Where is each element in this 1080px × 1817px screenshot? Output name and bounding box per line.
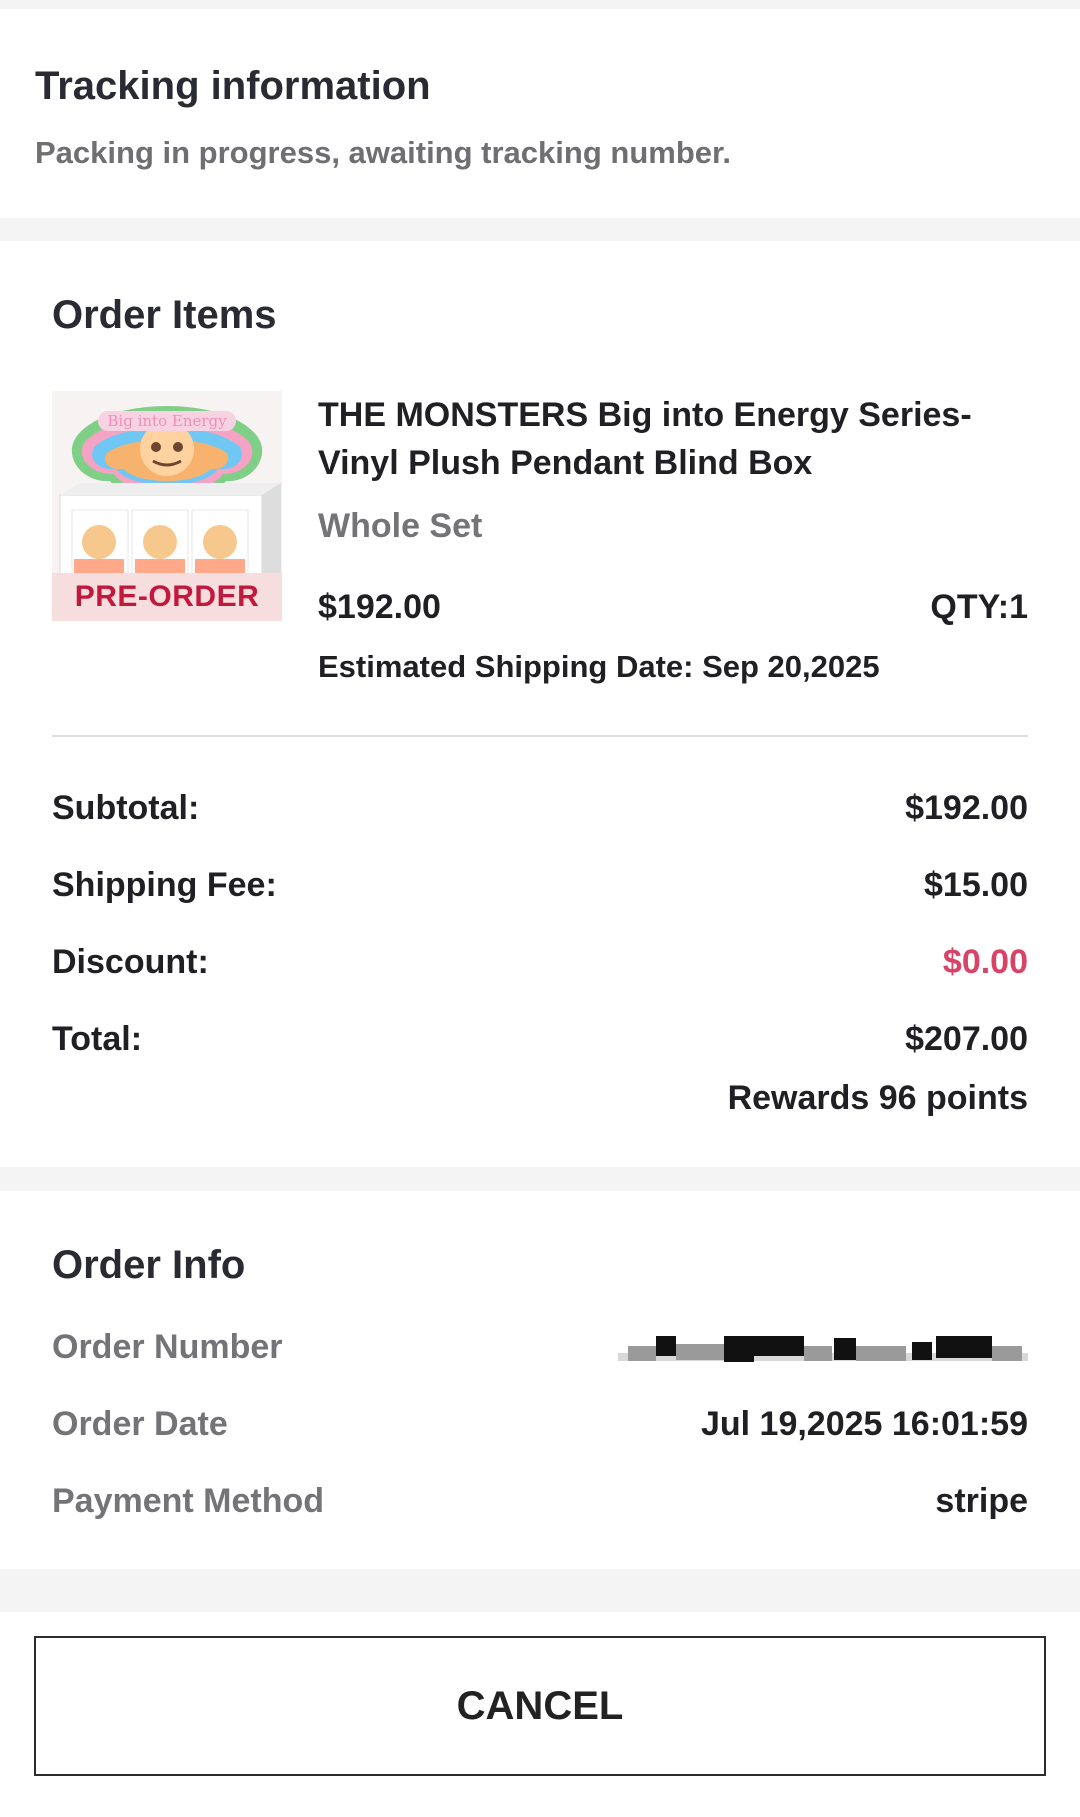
- order-items-title: Order Items: [52, 293, 277, 337]
- redaction-block: [912, 1342, 932, 1360]
- redaction-block: [754, 1336, 804, 1356]
- rewards-points: Rewards 96 points: [727, 1079, 1028, 1117]
- shipping-fee-value: $15.00: [924, 866, 1028, 904]
- redaction-block: [804, 1346, 832, 1361]
- tracking-status: Packing in progress, awaiting tracking n…: [35, 135, 731, 170]
- subtotal-label: Subtotal:: [52, 789, 200, 827]
- redaction-block: [656, 1336, 676, 1356]
- cancel-order-button[interactable]: CANCEL: [34, 1636, 1046, 1776]
- redaction-block: [856, 1346, 906, 1361]
- tracking-title: Tracking information: [35, 64, 431, 108]
- tracking-information-card: Tracking information Packing in progress…: [0, 9, 1080, 218]
- product-quantity: QTY:1: [930, 588, 1028, 626]
- payment-method-value: stripe: [935, 1482, 1028, 1520]
- discount-value: $0.00: [942, 943, 1028, 981]
- redaction-block: [628, 1346, 656, 1361]
- order-items-card: Order Items Big into Energy PRE-ORDER TH…: [0, 241, 1080, 1167]
- redacted-order-number: [618, 1328, 1028, 1372]
- total-label: Total:: [52, 1020, 143, 1058]
- total-value: $207.00: [905, 1020, 1028, 1058]
- product-image-logo-text: Big into Energy: [107, 412, 227, 430]
- redaction-block: [724, 1336, 754, 1362]
- redaction-block: [992, 1346, 1022, 1361]
- payment-method-label: Payment Method: [52, 1482, 325, 1520]
- redaction-block: [834, 1338, 856, 1360]
- discount-label: Discount:: [52, 943, 209, 981]
- product-price: $192.00: [318, 588, 441, 626]
- shipping-fee-label: Shipping Fee:: [52, 866, 277, 904]
- redaction-block: [936, 1336, 992, 1358]
- order-detail-page: Tracking information Packing in progress…: [0, 0, 1080, 1817]
- order-number-label: Order Number: [52, 1328, 283, 1366]
- subtotal-value: $192.00: [905, 789, 1028, 827]
- order-date-value: Jul 19,2025 16:01:59: [700, 1405, 1028, 1443]
- order-info-card: Order Info Order Number Order Date Jul 1…: [0, 1191, 1080, 1569]
- product-variant: Whole Set: [318, 507, 483, 545]
- order-date-label: Order Date: [52, 1405, 228, 1443]
- bottom-action-area: CANCEL: [0, 1612, 1080, 1817]
- order-items-divider: [52, 735, 1028, 737]
- pre-order-badge: PRE-ORDER: [52, 573, 282, 621]
- estimated-shipping-date: Estimated Shipping Date: Sep 20,2025: [318, 649, 880, 684]
- order-info-title: Order Info: [52, 1243, 246, 1287]
- product-image[interactable]: Big into Energy PRE-ORDER: [52, 391, 282, 621]
- product-name-link[interactable]: THE MONSTERS Big into Energy Series-Viny…: [318, 391, 1028, 487]
- redaction-block: [676, 1344, 724, 1360]
